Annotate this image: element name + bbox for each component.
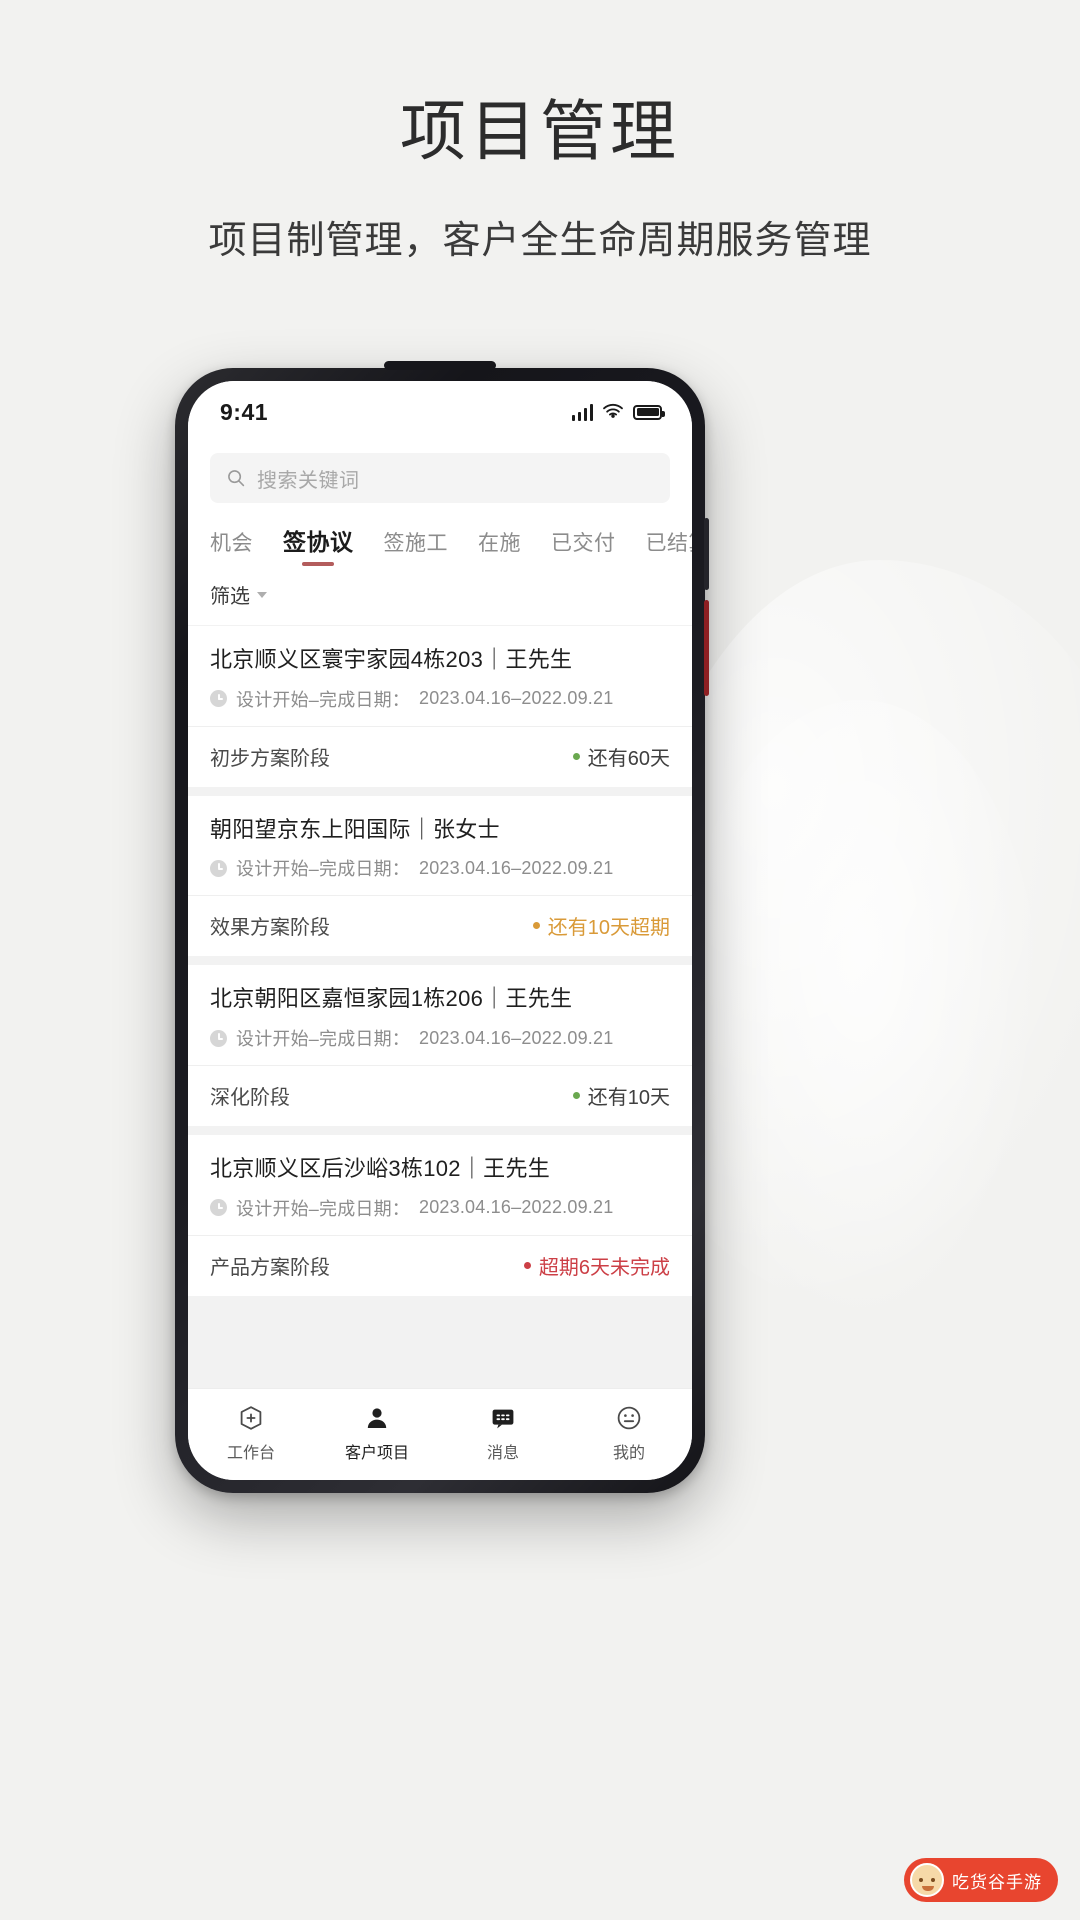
tab-delivered[interactable]: 已交付 bbox=[551, 527, 616, 570]
date-value: 2023.04.16–2022.09.21 bbox=[419, 688, 614, 709]
page-header: 项目管理 项目制管理，客户全生命周期服务管理 bbox=[0, 0, 1080, 264]
project-title: 北京顺义区后沙峪3栋102｜王先生 bbox=[210, 1156, 551, 1182]
status-dot-icon bbox=[523, 1261, 531, 1269]
clock-icon bbox=[210, 859, 227, 877]
project-title: 北京顺义区寰宇家园4栋203｜王先生 bbox=[210, 647, 573, 672]
status-text: 还有60天 bbox=[587, 747, 670, 770]
nav-item-customer-project[interactable]: 客户项目 bbox=[314, 1396, 440, 1463]
card-footer: 产品方案阶段 超期6天未完成 bbox=[188, 1234, 692, 1296]
clock-icon bbox=[210, 690, 227, 708]
tab-opportunity[interactable]: 机会 bbox=[210, 527, 253, 570]
status-icons bbox=[571, 403, 665, 421]
card-footer: 初步方案阶段 还有60天 bbox=[188, 725, 692, 787]
card-body: 北京朝阳区嘉恒家园1栋206｜王先生 设计开始–完成日期： 2023.04.16… bbox=[188, 965, 692, 1065]
earpiece-speaker bbox=[384, 361, 496, 370]
mascot-face-icon bbox=[910, 1863, 944, 1897]
tab-settled[interactable]: 已结算 bbox=[646, 527, 693, 570]
status-text: 还有10天 bbox=[587, 1087, 670, 1110]
phone-mockup: 9:41 搜索关键词 机会 签协议 签施工 在施 已交付 已结 筛选 北京顺义区… bbox=[175, 361, 709, 1493]
status-dot-icon bbox=[572, 1092, 580, 1100]
list-item[interactable]: 北京顺义区寰宇家园4栋203｜王先生 设计开始–完成日期： 2023.04.16… bbox=[188, 626, 692, 787]
nav-label: 工作台 bbox=[226, 1445, 275, 1462]
status-dot-icon bbox=[532, 922, 540, 930]
date-label: 设计开始–完成日期： bbox=[236, 1198, 411, 1219]
nav-item-message[interactable]: 消息 bbox=[440, 1396, 566, 1463]
card-date-row: 设计开始–完成日期： 2023.04.16–2022.09.21 bbox=[210, 1195, 670, 1221]
date-label: 设计开始–完成日期： bbox=[236, 859, 411, 880]
card-date-row: 设计开始–完成日期： 2023.04.16–2022.09.21 bbox=[210, 1025, 670, 1051]
chevron-down-icon bbox=[257, 591, 267, 598]
filter-label: 筛选 bbox=[210, 586, 250, 608]
card-footer: 效果方案阶段 还有10天超期 bbox=[188, 895, 692, 956]
workbench-icon bbox=[240, 1406, 262, 1430]
background-decoration-2 bbox=[680, 700, 1040, 1320]
search-icon bbox=[228, 470, 245, 487]
date-value: 2023.04.16–2022.09.21 bbox=[419, 857, 614, 878]
status-text: 还有10天超期 bbox=[547, 917, 670, 940]
clock-icon bbox=[210, 1029, 227, 1047]
card-body: 北京顺义区寰宇家园4栋203｜王先生 设计开始–完成日期： 2023.04.16… bbox=[188, 626, 692, 726]
status-badge: 还有60天 bbox=[572, 742, 670, 771]
filter-row: 筛选 bbox=[188, 570, 692, 625]
battery-icon bbox=[633, 404, 665, 420]
nav-label: 消息 bbox=[486, 1445, 519, 1462]
tab-sign-agreement[interactable]: 签协议 bbox=[283, 523, 354, 570]
watermark-badge: 吃货谷手游 bbox=[904, 1858, 1058, 1902]
date-value: 2023.04.16–2022.09.21 bbox=[419, 1197, 614, 1218]
project-title: 朝阳望京东上阳国际｜张女士 bbox=[210, 816, 500, 842]
page-title: 项目管理 bbox=[400, 96, 680, 169]
signal-icon bbox=[571, 403, 593, 421]
card-date-row: 设计开始–完成日期： 2023.04.16–2022.09.21 bbox=[210, 855, 670, 881]
filter-button[interactable]: 筛选 bbox=[210, 580, 267, 609]
tab-sign-construction[interactable]: 签施工 bbox=[384, 527, 449, 570]
card-date-row: 设计开始–完成日期： 2023.04.16–2022.09.21 bbox=[210, 686, 670, 712]
date-label: 设计开始–完成日期： bbox=[236, 1029, 411, 1050]
project-stage: 产品方案阶段 bbox=[210, 1256, 330, 1279]
watermark-text: 吃货谷手游 bbox=[952, 1872, 1042, 1892]
search-placeholder: 搜索关键词 bbox=[257, 469, 360, 492]
smiley-icon bbox=[617, 1406, 641, 1430]
power-button[interactable] bbox=[704, 600, 709, 696]
date-value: 2023.04.16–2022.09.21 bbox=[419, 1027, 614, 1048]
nav-label: 我的 bbox=[612, 1445, 645, 1462]
status-text: 超期6天未完成 bbox=[538, 1256, 670, 1279]
status-badge: 还有10天 bbox=[572, 1081, 670, 1110]
status-badge: 还有10天超期 bbox=[532, 911, 670, 940]
card-body: 朝阳望京东上阳国际｜张女士 设计开始–完成日期： 2023.04.16–2022… bbox=[188, 796, 692, 896]
bottom-navigation[interactable]: 工作台 客户项目 消息 我的 bbox=[188, 1388, 692, 1480]
wifi-icon bbox=[603, 403, 623, 418]
nav-label: 客户项目 bbox=[344, 1445, 409, 1462]
person-icon bbox=[367, 1408, 387, 1428]
project-stage: 效果方案阶段 bbox=[210, 917, 330, 940]
clock-icon bbox=[210, 1199, 227, 1217]
project-stage: 深化阶段 bbox=[210, 1087, 290, 1110]
message-icon bbox=[492, 1409, 514, 1429]
project-list[interactable]: 北京顺义区寰宇家园4栋203｜王先生 设计开始–完成日期： 2023.04.16… bbox=[188, 625, 692, 1388]
list-item[interactable]: 朝阳望京东上阳国际｜张女士 设计开始–完成日期： 2023.04.16–2022… bbox=[188, 795, 692, 957]
project-stage: 初步方案阶段 bbox=[210, 747, 330, 770]
page-subtitle: 项目制管理，客户全生命周期服务管理 bbox=[208, 219, 872, 262]
volume-button[interactable] bbox=[704, 518, 709, 590]
status-time: 9:41 bbox=[220, 398, 269, 425]
status-badge: 超期6天未完成 bbox=[523, 1251, 670, 1280]
list-item[interactable]: 北京朝阳区嘉恒家园1栋206｜王先生 设计开始–完成日期： 2023.04.16… bbox=[188, 965, 692, 1127]
phone-screen: 9:41 搜索关键词 机会 签协议 签施工 在施 已交付 已结 筛选 北京顺义区… bbox=[188, 381, 692, 1480]
status-dot-icon bbox=[572, 752, 580, 760]
card-footer: 深化阶段 还有10天 bbox=[188, 1065, 692, 1126]
nav-item-mine[interactable]: 我的 bbox=[566, 1396, 692, 1463]
list-item[interactable]: 北京顺义区后沙峪3栋102｜王先生 设计开始–完成日期： 2023.04.16–… bbox=[188, 1135, 692, 1296]
tab-bar[interactable]: 机会 签协议 签施工 在施 已交付 已结算 bbox=[188, 517, 692, 570]
date-label: 设计开始–完成日期： bbox=[236, 689, 411, 710]
status-bar: 9:41 bbox=[188, 381, 692, 443]
card-body: 北京顺义区后沙峪3栋102｜王先生 设计开始–完成日期： 2023.04.16–… bbox=[188, 1135, 692, 1235]
search-input[interactable]: 搜索关键词 bbox=[210, 453, 670, 503]
tab-in-construction[interactable]: 在施 bbox=[478, 527, 521, 570]
search-section: 搜索关键词 bbox=[188, 443, 692, 517]
project-title: 北京朝阳区嘉恒家园1栋206｜王先生 bbox=[210, 986, 573, 1012]
nav-item-workbench[interactable]: 工作台 bbox=[188, 1396, 314, 1463]
